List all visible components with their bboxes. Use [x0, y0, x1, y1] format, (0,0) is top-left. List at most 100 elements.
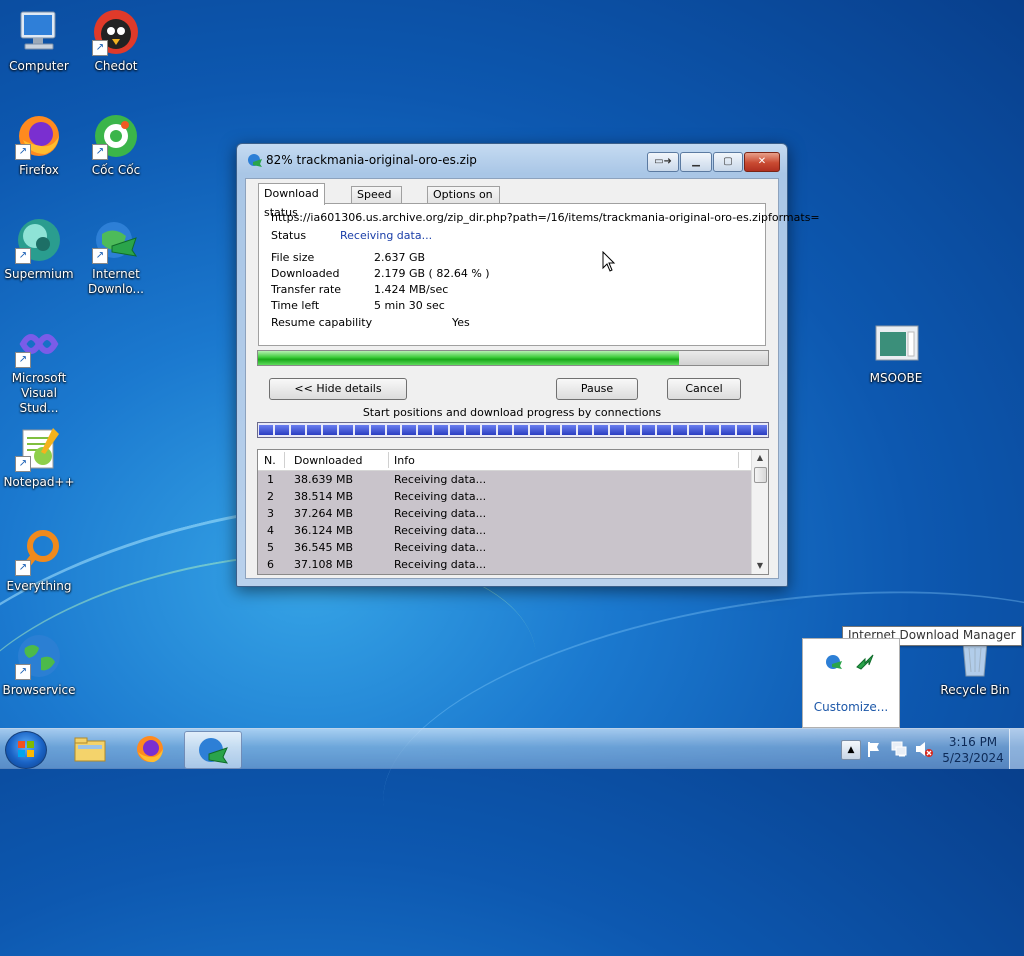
show-hidden-icons-button[interactable]: ▲: [841, 740, 861, 760]
volume-muted-icon[interactable]: [914, 740, 934, 761]
connection-segment: [482, 425, 497, 435]
window-titlebar[interactable]: 82% trackmania-original-oro-es.zip ▭➜ ▁ …: [237, 144, 787, 176]
hide-details-button[interactable]: << Hide details: [269, 378, 407, 400]
column-header-info[interactable]: Info: [394, 454, 415, 467]
close-icon: ✕: [757, 156, 767, 167]
connection-segment: [561, 425, 576, 435]
desktop-icon-visual-studio[interactable]: ↗ Microsoft Visual Stud...: [1, 320, 77, 416]
window-title: 82% trackmania-original-oro-es.zip: [266, 153, 477, 167]
resume-row: Resume capability Yes: [271, 316, 470, 329]
table-row[interactable]: 3 37.264 MB Receiving data...: [258, 505, 752, 522]
desktop-icon-firefox[interactable]: ↗ Firefox: [1, 112, 77, 178]
connection-segment: [466, 425, 481, 435]
connection-segment: [370, 425, 385, 435]
cell-number: 2: [267, 490, 274, 503]
connection-segment: [705, 425, 720, 435]
cell-downloaded: 38.639 MB: [294, 473, 354, 486]
minimize-to-tray-button[interactable]: ▭➜: [647, 152, 679, 172]
scroll-down-icon[interactable]: ▼: [752, 558, 768, 574]
connection-segment: [498, 425, 512, 435]
connection-segment: [322, 425, 337, 435]
detail-value: 2.179 GB ( 82.64 % ): [374, 267, 490, 280]
taskbar: ▲ 3:16 PM 5/23/2024: [0, 728, 1024, 769]
detail-row: File size 2.637 GB: [271, 251, 425, 264]
detail-row: Time left 5 min 30 sec: [271, 299, 445, 312]
msoobe-icon: [872, 320, 920, 368]
column-header-number[interactable]: N.: [264, 454, 276, 467]
table-row[interactable]: 2 38.514 MB Receiving data...: [258, 488, 752, 505]
taskbar-explorer[interactable]: [62, 731, 118, 767]
minimize-button[interactable]: ▁: [680, 152, 712, 172]
scroll-up-icon[interactable]: ▲: [752, 450, 768, 466]
pause-button[interactable]: Pause: [556, 378, 638, 400]
cell-info: Receiving data...: [394, 507, 487, 520]
desktop-icon-everything[interactable]: ↗ Everything: [1, 528, 77, 594]
clock[interactable]: 3:16 PM 5/23/2024: [942, 734, 1004, 766]
connection-segment: [274, 425, 289, 435]
detail-label: Transfer rate: [271, 283, 342, 296]
connections-label: Start positions and download progress by…: [362, 406, 662, 419]
cell-downloaded: 37.108 MB: [294, 558, 354, 571]
shortcut-arrow-icon: ↗: [15, 144, 31, 160]
cell-number: 3: [267, 507, 274, 520]
download-url: https://ia601306.us.archive.org/zip_dir.…: [271, 211, 820, 224]
windows-logo-icon: [18, 741, 34, 757]
table-scrollbar[interactable]: ▲ ▼: [751, 450, 768, 574]
table-row[interactable]: 6 37.108 MB Receiving data...: [258, 556, 752, 573]
shortcut-arrow-icon: ↗: [15, 664, 31, 680]
connection-segment: [545, 425, 560, 435]
cell-number: 6: [267, 558, 274, 571]
tab-download-status[interactable]: Download status: [258, 183, 325, 219]
detail-value: 2.637 GB: [374, 251, 426, 264]
shortcut-arrow-icon: ↗: [92, 144, 108, 160]
action-center-flag-icon[interactable]: [866, 740, 882, 761]
everything-icon: ↗: [15, 528, 63, 576]
idm-tray-icon[interactable]: [825, 653, 843, 674]
desktop-icon-browservice[interactable]: ↗ Browservice: [1, 632, 77, 698]
shortcut-arrow-icon: ↗: [15, 456, 31, 472]
desktop-icon-idm[interactable]: ↗ Internet Downlo...: [78, 216, 154, 297]
desktop-icon-chedot[interactable]: ↗ Chedot: [78, 8, 154, 74]
maximize-button[interactable]: ▢: [713, 152, 743, 172]
connection-segment: [418, 425, 433, 435]
desktop-icon-msoobe[interactable]: MSOOBE: [858, 320, 934, 386]
cell-info: Receiving data...: [394, 473, 487, 486]
idm-monitor-tray-icon[interactable]: [855, 653, 875, 674]
connection-segment: [577, 425, 592, 435]
close-button[interactable]: ✕: [744, 152, 780, 172]
maximize-icon: ▢: [723, 156, 733, 167]
cancel-button[interactable]: Cancel: [667, 378, 741, 400]
download-status-panel: https://ia601306.us.archive.org/zip_dir.…: [258, 203, 820, 346]
desktop-icon-computer[interactable]: Computer: [1, 8, 77, 74]
connection-segment: [641, 425, 656, 435]
network-icon[interactable]: [890, 740, 908, 761]
tab-options-on-completion[interactable]: Options on completion: [427, 186, 501, 217]
connection-segment: [386, 425, 401, 435]
table-row[interactable]: 5 36.545 MB Receiving data...: [258, 539, 752, 556]
cell-downloaded: 36.124 MB: [294, 524, 354, 537]
status-value: Receiving data...: [340, 229, 433, 242]
connection-segment: [514, 425, 528, 435]
chedot-icon: ↗: [92, 8, 140, 56]
desktop-icon-notepadpp[interactable]: ↗ Notepad++: [1, 424, 77, 490]
column-header-downloaded[interactable]: Downloaded: [294, 454, 362, 467]
desktop-icon-coccoc[interactable]: ↗ Cốc Cốc: [78, 112, 154, 178]
detail-row: Transfer rate 1.424 MB/sec: [271, 283, 448, 296]
taskbar-idm[interactable]: [184, 731, 242, 769]
tab-speed-limiter[interactable]: Speed Limiter: [351, 186, 402, 217]
customize-link[interactable]: Customize...: [803, 700, 899, 714]
visual-studio-icon: ↗: [15, 320, 63, 368]
connection-segment: [593, 425, 608, 435]
scroll-thumb[interactable]: [754, 467, 767, 483]
notepadpp-icon: ↗: [15, 424, 63, 472]
progress-fill: [258, 351, 680, 365]
show-desktop-button[interactable]: [1009, 729, 1024, 769]
desktop-icon-supermium[interactable]: ↗ Supermium: [1, 216, 77, 282]
table-row[interactable]: 1 38.639 MB Receiving data...: [258, 471, 752, 488]
taskbar-firefox[interactable]: [122, 731, 178, 767]
start-button[interactable]: [5, 731, 47, 769]
table-header: N. Downloaded Info: [258, 450, 752, 471]
tray-overflow-popup: Customize...: [802, 638, 900, 728]
connection-segment: [402, 425, 417, 435]
table-row[interactable]: 4 36.124 MB Receiving data...: [258, 522, 752, 539]
